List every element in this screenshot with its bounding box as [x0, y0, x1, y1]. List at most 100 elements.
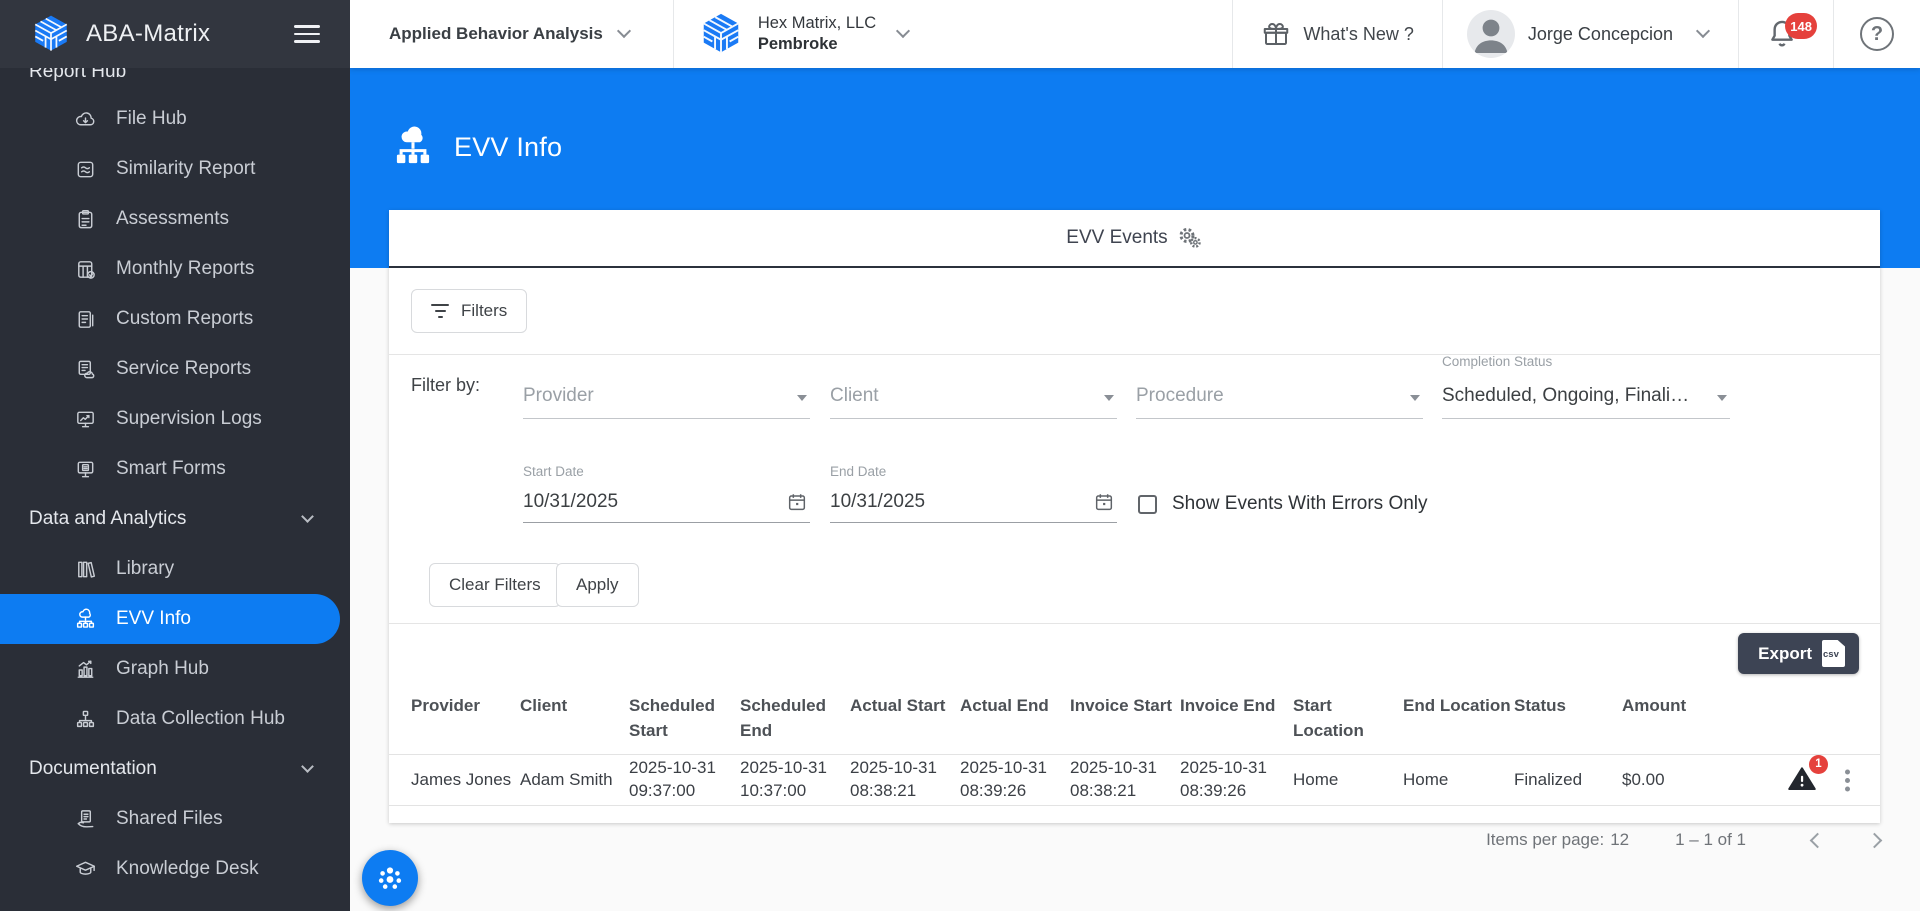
filters-toggle-row: Filters: [389, 268, 1880, 355]
cell-scheduled-start: 2025-10-31 09:37:00: [629, 757, 740, 803]
warning-button[interactable]: 1: [1787, 765, 1819, 795]
errors-only-checkbox-row[interactable]: Show Events With Errors Only: [1138, 493, 1428, 515]
sidebar: ABA-Matrix Report Hub File Hub Similarit…: [0, 0, 350, 911]
filters-button[interactable]: Filters: [411, 289, 527, 333]
sidebar-item-label: Graph Hub: [116, 658, 209, 680]
procedure-select[interactable]: Procedure: [1136, 373, 1423, 419]
sidebar-item-supervision-logs[interactable]: Supervision Logs: [0, 394, 350, 444]
completion-status-value: Scheduled, Ongoing, Finali…: [1442, 385, 1689, 407]
waves-document-icon: [74, 158, 97, 181]
sidebar-item-label: Custom Reports: [116, 308, 253, 330]
accessibility-widget-button[interactable]: [362, 850, 418, 906]
sidebar-section-data-and-analytics[interactable]: Data and Analytics: [0, 494, 350, 544]
monitor-chart-icon: [74, 408, 97, 431]
column-header-end-location: End Location: [1403, 694, 1514, 719]
notification-count-badge: 148: [1785, 13, 1817, 39]
sidebar-item-smart-forms[interactable]: Smart Forms: [0, 444, 350, 494]
column-header-invoice-end: Invoice End: [1180, 694, 1293, 719]
filter-fields-area: Filter by: Provider Client Procedure Com…: [389, 355, 1880, 624]
cell-status: Finalized: [1514, 769, 1622, 792]
settings-gears-icon[interactable]: [1177, 226, 1203, 250]
document-hand-icon: [74, 808, 97, 831]
sidebar-item-evv-info[interactable]: EVV Info: [0, 594, 340, 644]
sidebar-header: ABA-Matrix: [0, 0, 350, 68]
completion-status-select[interactable]: Completion Status Scheduled, Ongoing, Fi…: [1442, 373, 1730, 419]
cell-amount: $0.00: [1622, 769, 1742, 792]
csv-text: csv: [1823, 649, 1839, 660]
apply-button[interactable]: Apply: [556, 563, 639, 607]
cell-actual-start: 2025-10-31 08:38:21: [850, 757, 960, 803]
help-button[interactable]: ?: [1834, 0, 1920, 68]
provider-select[interactable]: Provider: [523, 373, 810, 419]
tab-evv-events[interactable]: EVV Events: [389, 210, 1880, 268]
sidebar-item-service-reports[interactable]: Service Reports: [0, 344, 350, 394]
paginator: Items per page: 12 1 – 1 of 1: [1486, 815, 1880, 865]
previous-page-icon[interactable]: [1810, 832, 1826, 848]
cell-start-location: Home: [1293, 769, 1403, 792]
sidebar-item-monthly-reports[interactable]: Monthly Reports: [0, 244, 350, 294]
start-date-field[interactable]: Start Date 10/31/2025: [523, 459, 810, 523]
procedure-placeholder: Procedure: [1136, 385, 1224, 407]
provider-placeholder: Provider: [523, 385, 594, 407]
page-title: EVV Info: [454, 132, 562, 163]
notifications-button[interactable]: 148: [1739, 0, 1834, 68]
checkbox-unchecked-icon[interactable]: [1138, 495, 1157, 514]
sidebar-item-knowledge-desk[interactable]: Knowledge Desk: [0, 844, 350, 894]
whats-new-button[interactable]: What's New ?: [1232, 0, 1442, 68]
end-date-field[interactable]: End Date 10/31/2025: [830, 459, 1117, 523]
column-header-actual-start: Actual Start: [850, 694, 960, 719]
monitor-form-icon: [74, 458, 97, 481]
cloud-network-icon: [390, 124, 436, 170]
organization-location: Pembroke: [758, 34, 876, 55]
cell-scheduled-end: 2025-10-31 10:37:00: [740, 757, 850, 803]
sidebar-item-data-collection-hub[interactable]: Data Collection Hub: [0, 694, 350, 744]
application-window: ABA-Matrix Report Hub File Hub Similarit…: [0, 0, 1920, 911]
next-page-icon[interactable]: [1867, 832, 1883, 848]
document-cloud-icon: [74, 358, 97, 381]
section-label: Report Hub: [29, 68, 126, 83]
dropdown-arrow-icon: [1104, 395, 1114, 401]
completion-status-label: Completion Status: [1442, 354, 1552, 369]
filter-icon: [431, 304, 449, 318]
sidebar-item-custom-reports[interactable]: Custom Reports: [0, 294, 350, 344]
client-select[interactable]: Client: [830, 373, 1117, 419]
column-header-scheduled-end: Scheduled End: [740, 694, 850, 743]
sidebar-item-similarity-report[interactable]: Similarity Report: [0, 144, 350, 194]
sidebar-item-shared-files[interactable]: Shared Files: [0, 794, 350, 844]
sidebar-item-file-hub[interactable]: File Hub: [0, 94, 350, 144]
items-per-page-value[interactable]: 12: [1610, 830, 1629, 850]
tab-label: EVV Events: [1066, 227, 1167, 249]
row-actions-menu-icon[interactable]: [1845, 778, 1850, 783]
person-icon: [1467, 10, 1515, 58]
sidebar-item-graph-hub[interactable]: Graph Hub: [0, 644, 350, 694]
clear-filters-button[interactable]: Clear Filters: [429, 563, 561, 607]
export-label: Export: [1758, 644, 1812, 664]
calendar-icon[interactable]: [786, 491, 808, 513]
filters-button-label: Filters: [461, 301, 507, 321]
cell-invoice-end: 2025-10-31 08:39:26: [1180, 757, 1293, 803]
module-switcher[interactable]: Applied Behavior Analysis: [350, 0, 673, 68]
sidebar-item-label: Library: [116, 558, 174, 580]
sidebar-section-documentation[interactable]: Documentation: [0, 744, 350, 794]
cell-actual-end: 2025-10-31 08:39:26: [960, 757, 1070, 803]
hamburger-menu-icon[interactable]: [294, 21, 320, 47]
cell-provider: James Jones: [411, 769, 520, 792]
dropdown-arrow-icon: [797, 395, 807, 401]
table-row[interactable]: James Jones Adam Smith 2025-10-31 09:37:…: [389, 754, 1880, 806]
sidebar-item-label: Similarity Report: [116, 158, 255, 180]
sidebar-item-assessments[interactable]: Assessments: [0, 194, 350, 244]
sidebar-section-report-hub[interactable]: Report Hub: [0, 68, 350, 94]
sidebar-nav: Report Hub File Hub Similarity Report As…: [0, 68, 350, 911]
export-csv-button[interactable]: Export csv: [1738, 633, 1859, 674]
organization-switcher[interactable]: Hex Matrix, LLC Pembroke: [673, 0, 944, 68]
error-count-badge: 1: [1809, 755, 1828, 774]
items-per-page-label: Items per page:: [1486, 830, 1604, 850]
calendar-icon[interactable]: [1093, 491, 1115, 513]
user-menu[interactable]: Jorge Concepcion: [1443, 0, 1739, 68]
question-mark-icon: ?: [1860, 17, 1894, 51]
sidebar-item-library[interactable]: Library: [0, 544, 350, 594]
app-title: ABA-Matrix: [86, 20, 210, 48]
user-name: Jorge Concepcion: [1528, 24, 1673, 45]
column-header-invoice-start: Invoice Start: [1070, 694, 1180, 719]
section-label: Data and Analytics: [29, 508, 186, 530]
